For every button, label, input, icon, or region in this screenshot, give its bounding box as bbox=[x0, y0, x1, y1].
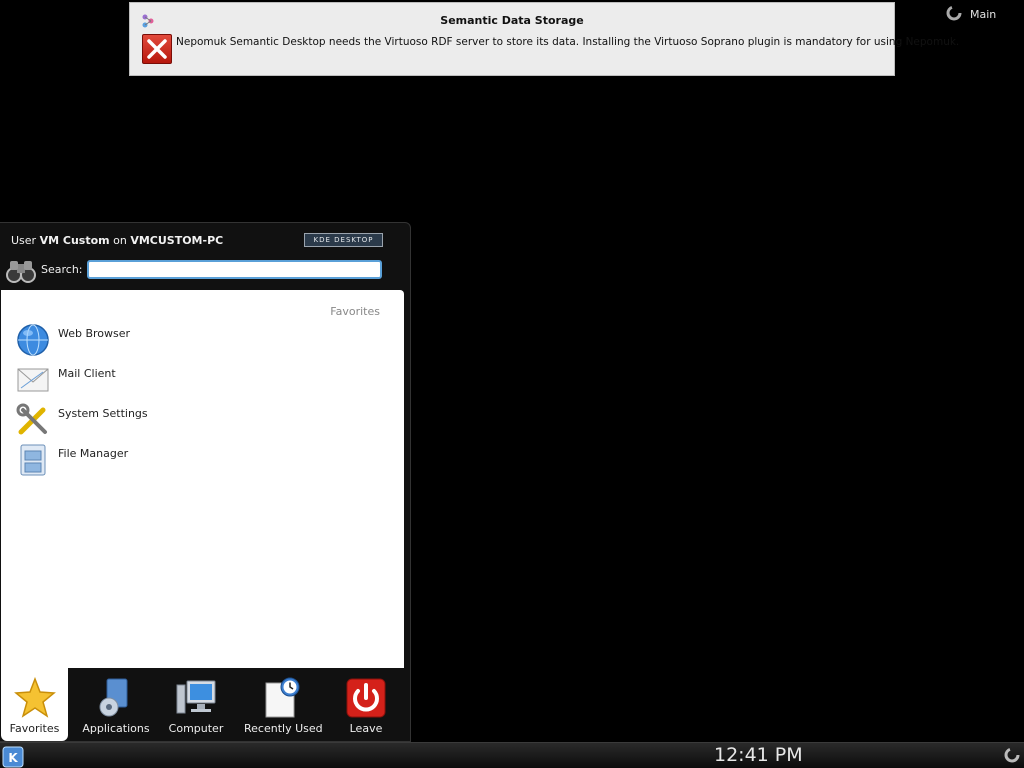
tab-applications[interactable]: Applications bbox=[80, 667, 152, 741]
kickoff-menu: User VM Custom on VMCUSTOM-PC KDE DESKTO… bbox=[0, 222, 411, 742]
favorite-system-settings[interactable]: System Settings bbox=[15, 402, 315, 440]
star-icon bbox=[13, 677, 56, 718]
globe-icon bbox=[17, 324, 49, 356]
kde-logo-icon: K bbox=[2, 746, 24, 768]
tab-label: Favorites bbox=[9, 722, 60, 735]
user-info: User VM Custom on VMCUSTOM-PC bbox=[11, 234, 224, 247]
error-icon bbox=[142, 34, 172, 64]
activity-icon bbox=[946, 5, 962, 21]
tab-label: Leave bbox=[349, 722, 383, 735]
favorite-label: Web Browser bbox=[58, 327, 131, 340]
recent-icon bbox=[265, 677, 300, 718]
tab-label: Computer bbox=[168, 722, 224, 735]
kde-desktop-logo: KDE DESKTOP bbox=[304, 233, 383, 247]
file-manager-icon bbox=[20, 444, 46, 476]
notification-popup[interactable]: Semantic Data Storage Nepomuk Semantic D… bbox=[129, 2, 959, 76]
tab-favorites[interactable]: Favorites bbox=[1, 667, 68, 741]
notification-message: Nepomuk Semantic Desktop needs the Virtu… bbox=[176, 36, 960, 48]
mail-icon bbox=[17, 368, 49, 392]
favorite-label: File Manager bbox=[58, 447, 129, 460]
section-title: Favorites bbox=[330, 305, 380, 318]
tab-computer[interactable]: Computer bbox=[160, 667, 232, 741]
digital-clock[interactable]: 12:41 PM bbox=[714, 744, 803, 766]
kde-launcher-button[interactable]: K bbox=[2, 746, 24, 768]
favorite-mail-client[interactable]: Mail Client bbox=[15, 362, 315, 400]
search-input[interactable] bbox=[87, 260, 382, 279]
activity-manager[interactable]: Main bbox=[940, 2, 1020, 26]
svg-text:K: K bbox=[8, 751, 18, 765]
tab-recently-used[interactable]: Recently Used bbox=[244, 667, 323, 741]
notification-title: Semantic Data Storage bbox=[440, 14, 584, 27]
power-icon bbox=[346, 678, 386, 718]
plasma-toolbox-icon[interactable] bbox=[1004, 747, 1020, 763]
computer-icon bbox=[176, 680, 216, 714]
search-label: Search: bbox=[41, 263, 83, 276]
tools-icon bbox=[16, 403, 47, 435]
favorite-web-browser[interactable]: Web Browser bbox=[15, 322, 315, 360]
binoculars-icon bbox=[6, 261, 36, 283]
favorite-label: System Settings bbox=[58, 407, 148, 420]
applications-icon bbox=[99, 678, 128, 717]
taskbar-panel: K 12:41 PM bbox=[0, 742, 1024, 768]
favorite-label: Mail Client bbox=[58, 367, 116, 380]
favorites-view: Favorites Web Browser Mail Client System… bbox=[1, 290, 404, 668]
favorite-file-manager[interactable]: File Manager bbox=[15, 442, 315, 480]
activity-label: Main bbox=[970, 8, 997, 21]
tab-leave[interactable]: Leave bbox=[330, 667, 402, 741]
tab-label: Applications bbox=[82, 722, 150, 735]
tab-label: Recently Used bbox=[244, 722, 323, 735]
